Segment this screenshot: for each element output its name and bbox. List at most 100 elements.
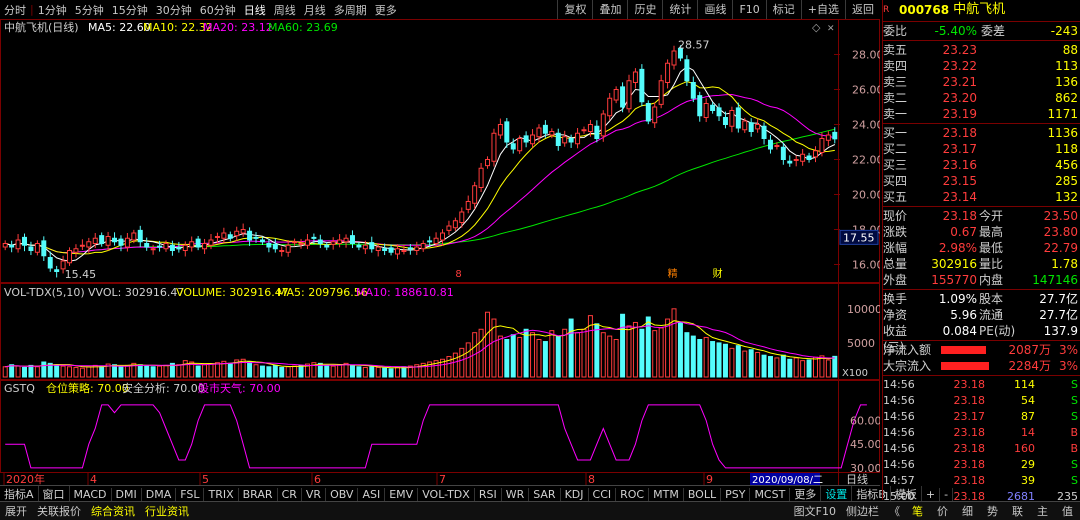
- indicator-tab-19[interactable]: ROC: [616, 487, 650, 501]
- period-8[interactable]: 月线: [300, 2, 330, 18]
- indicator-tab-3[interactable]: DMI: [112, 487, 142, 501]
- tick-time: 14:56: [883, 426, 915, 439]
- stat-label: 收益(三): [883, 324, 908, 354]
- volume-bar: [549, 330, 555, 378]
- indicator-tab-4[interactable]: DMA: [142, 487, 177, 501]
- status-right-tab-2[interactable]: 细: [955, 503, 980, 519]
- indicator-tab-12[interactable]: EMV: [385, 487, 419, 501]
- toolbar-button-2[interactable]: 历史: [627, 0, 662, 19]
- indicator-tab-25[interactable]: 设置: [821, 486, 853, 502]
- asks-row-1[interactable]: 卖四 23.22 113: [883, 58, 1080, 74]
- status-tab-2[interactable]: 综合资讯: [86, 503, 140, 519]
- period-6[interactable]: 日线: [240, 2, 270, 18]
- asks-row-0[interactable]: 卖五 23.23 88: [883, 42, 1080, 58]
- stat-label: 换手: [883, 292, 908, 306]
- legend-ma60: MA60: 23.69: [268, 21, 338, 34]
- period-10[interactable]: 更多: [371, 2, 401, 18]
- stat-label: 流通: [979, 308, 1004, 322]
- indicator-tab-13[interactable]: VOL-TDX: [418, 487, 475, 501]
- legend-close-icon[interactable]: ✕: [827, 24, 835, 34]
- status-tab-1[interactable]: 关联报价: [32, 503, 86, 519]
- status-right-tab-0[interactable]: 笔: [905, 503, 930, 519]
- volume-bar: [60, 365, 66, 378]
- status-right-tab-4[interactable]: 联: [1005, 503, 1030, 519]
- toolbar-button-4[interactable]: 画线: [697, 0, 732, 19]
- status-right-tab-3[interactable]: 势: [980, 503, 1005, 519]
- toolbar-button-6[interactable]: 标记: [765, 0, 801, 19]
- toolbar-button-3[interactable]: 统计: [662, 0, 697, 19]
- indicator-tab-5[interactable]: FSL: [176, 487, 205, 501]
- indicator-tab-22[interactable]: PSY: [721, 487, 751, 501]
- level-volume: 285: [1055, 174, 1078, 188]
- indicator-tab-16[interactable]: SAR: [529, 487, 561, 501]
- volume-bar: [349, 364, 355, 378]
- indicator-tab-20[interactable]: MTM: [649, 487, 684, 501]
- asks-row-2[interactable]: 卖三 23.21 136: [883, 74, 1080, 90]
- indicator-tab-14[interactable]: RSI: [475, 487, 502, 501]
- indicator-tab-11[interactable]: ASI: [358, 487, 386, 501]
- indicator-tab-9[interactable]: VR: [302, 487, 327, 501]
- asks-row-3[interactable]: 卖二 23.20 862: [883, 90, 1080, 106]
- indicator-tab-2[interactable]: MACD: [70, 487, 112, 501]
- kline-chart[interactable]: 28.0026.0024.0022.0020.0018.0016.0017.55…: [0, 19, 880, 485]
- status-right-tab-1[interactable]: 价: [930, 503, 955, 519]
- status-tab-5[interactable]: 侧边栏: [841, 503, 884, 519]
- toolbar-button-8[interactable]: 返回: [845, 0, 880, 19]
- status-tab-6[interactable]: 《: [884, 503, 905, 519]
- tick-row: 14:56 23.18 54 S: [883, 393, 1080, 409]
- period-2[interactable]: 5分钟: [71, 2, 108, 18]
- toolbar-button-0[interactable]: 复权: [557, 0, 592, 19]
- bids-row-2[interactable]: 买三 23.16 456: [883, 157, 1080, 173]
- status-tab-3[interactable]: 行业资讯: [140, 503, 194, 519]
- asks-row-4[interactable]: 卖一 23.19 1171: [883, 106, 1080, 122]
- toolbar-button-1[interactable]: 叠加: [592, 0, 627, 19]
- candle: [645, 103, 651, 122]
- volume-legend-volume: VOLUME: 302916.47: [176, 286, 289, 299]
- event-mark[interactable]: 财: [713, 267, 723, 280]
- candle: [375, 246, 381, 251]
- event-mark[interactable]: 8: [455, 269, 461, 280]
- period-9[interactable]: 多周期: [330, 2, 371, 18]
- indicator-tab-10[interactable]: OBV: [326, 487, 359, 501]
- flow-label: 大宗流入: [883, 359, 932, 373]
- period-4[interactable]: 30分钟: [152, 2, 196, 18]
- toolbar-button-5[interactable]: F10: [732, 0, 765, 19]
- status-tab-4[interactable]: 图文F10: [789, 503, 841, 519]
- indicator-tab-1[interactable]: 窗口: [39, 486, 70, 502]
- volume-bar: [369, 366, 375, 378]
- stats2-row-1: 净资 5.96 流通 27.7亿: [883, 307, 1080, 323]
- status-tab-0[interactable]: 展开: [0, 503, 32, 519]
- volume-bar: [176, 364, 182, 378]
- indicator-tab-21[interactable]: BOLL: [684, 487, 722, 501]
- indicator-tab-7[interactable]: BRAR: [239, 487, 278, 501]
- toolbar-button-7[interactable]: +自选: [800, 0, 845, 19]
- period-7[interactable]: 周线: [270, 2, 300, 18]
- tick-price: 23.18: [953, 378, 986, 391]
- indicator-tab-0[interactable]: 指标A: [0, 486, 39, 502]
- indicator-tab-24[interactable]: 更多: [790, 486, 822, 502]
- indicator-tab-17[interactable]: KDJ: [561, 487, 589, 501]
- bids-row-1[interactable]: 买二 23.17 118: [883, 141, 1080, 157]
- period-3[interactable]: 15分钟: [108, 2, 152, 18]
- bids-row-0[interactable]: 买一 23.18 1136: [883, 125, 1080, 141]
- price-axis-label: 26.00: [852, 84, 880, 97]
- tick-time: 14:56: [883, 410, 915, 423]
- indicator-tab-8[interactable]: CR: [278, 487, 302, 501]
- flow-bar-track: [941, 358, 1001, 374]
- period-1[interactable]: 1分钟: [34, 2, 71, 18]
- indicator-tab-23[interactable]: MCST: [750, 487, 791, 501]
- candle: [234, 230, 240, 237]
- indicator-tab-18[interactable]: CCI: [589, 487, 617, 501]
- candle: [382, 248, 388, 251]
- indicator-tab-6[interactable]: TRIX: [204, 487, 239, 501]
- volume-bar: [41, 361, 47, 378]
- period-5[interactable]: 60分钟: [196, 2, 240, 18]
- status-right-tab-5[interactable]: 主: [1030, 503, 1055, 519]
- status-right-tab-6[interactable]: 值: [1055, 503, 1080, 519]
- event-mark[interactable]: 精: [668, 267, 678, 280]
- bids-row-4[interactable]: 买五 23.14 132: [883, 189, 1080, 205]
- indicator-tab-15[interactable]: WR: [502, 487, 530, 501]
- bids-row-3[interactable]: 买四 23.15 285: [883, 173, 1080, 189]
- legend-settings-icon[interactable]: ◇: [812, 21, 821, 34]
- period-0[interactable]: 分时: [0, 2, 30, 18]
